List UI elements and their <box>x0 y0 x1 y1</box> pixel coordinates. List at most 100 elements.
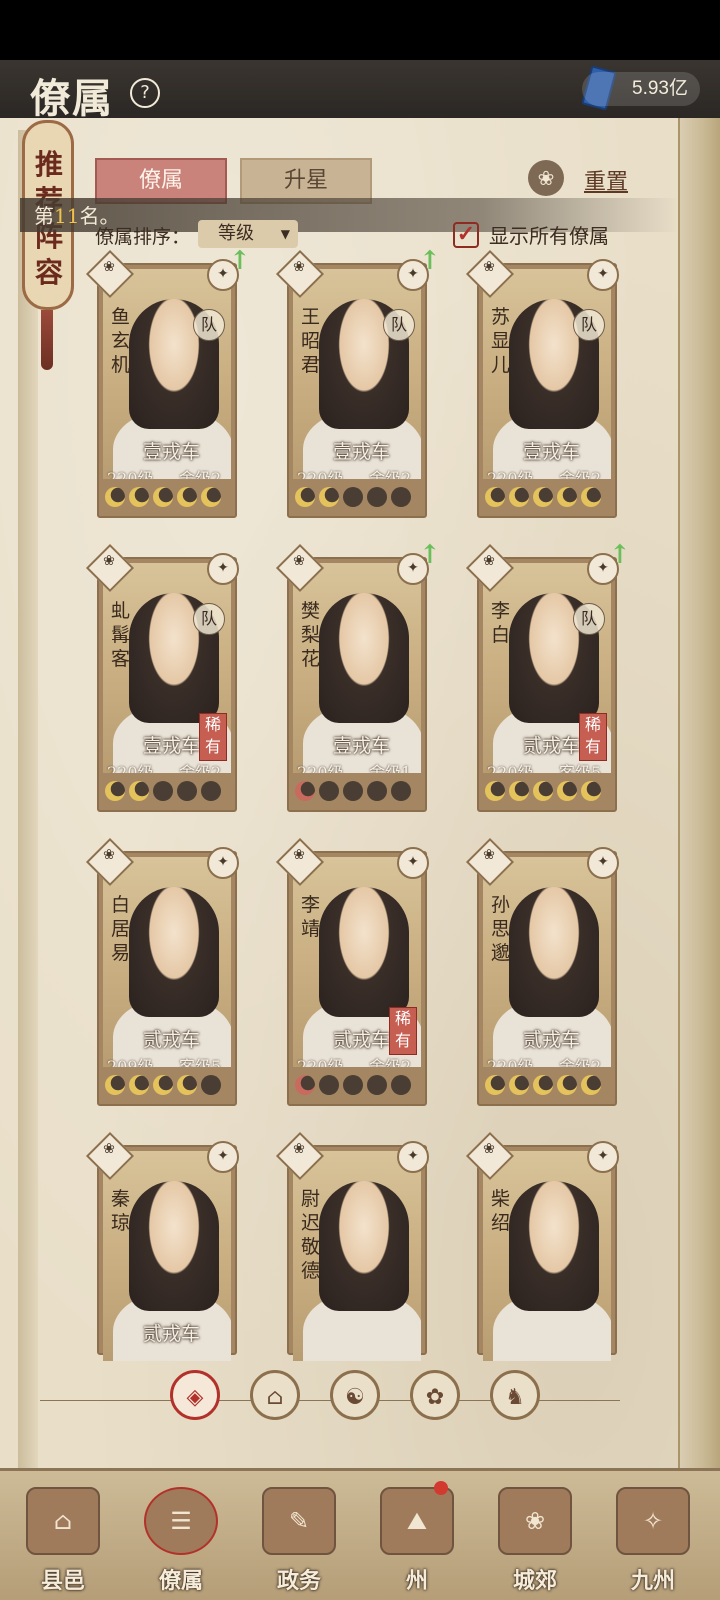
moon-icon <box>153 1075 173 1095</box>
moon-icon <box>391 1075 411 1095</box>
moon-icon <box>343 487 363 507</box>
city-icon: ⌂ <box>26 1487 100 1555</box>
retainer-card[interactable]: 李白队贰戎车稀有220级客级5阶❀✦↑ <box>465 542 631 812</box>
moon-icon <box>177 1075 197 1095</box>
moon-rating <box>295 487 421 511</box>
card-portrait-area: 李白 队贰戎车稀有 220级 客级5阶 <box>483 563 611 773</box>
nav-item-0[interactable]: ⌂ 县邑 <box>8 1481 118 1600</box>
nav-label: 九州 <box>630 1568 675 1594</box>
skill-icon: ✦ <box>587 259 619 291</box>
retainer-card[interactable]: 白居易贰戎车 209级 客级5阶 ❀ ✦ <box>85 837 239 1106</box>
show-all-label: 显示所有僚属 <box>489 224 609 248</box>
moon-icon <box>153 781 173 801</box>
skill-icon: ✦ <box>587 847 619 879</box>
retainer-level: 220级 <box>107 469 154 479</box>
retainer-card[interactable]: 王昭君队壹戎车220级舍级2阶❀✦↑ <box>275 248 441 518</box>
class-glyph-icon: ❀ <box>103 847 115 863</box>
notification-dot <box>434 1481 448 1495</box>
moon-icon <box>533 781 553 801</box>
moon-icon <box>581 487 601 507</box>
house-rank: 客级5阶 <box>179 1057 222 1067</box>
skill-icon: ✦ <box>207 553 239 585</box>
carriage-rank: 壹戎车 <box>333 735 391 757</box>
card-portrait-area: 虬髯客 队壹戎车稀有 220级 舍级2阶 <box>103 563 231 773</box>
filter-bar: ◈ ⌂ ☯ ✿ ♞ <box>170 1370 550 1430</box>
retainer-name: 柴绍 <box>491 1188 511 1234</box>
retainer-card[interactable]: 虬髯客 队壹戎车稀有 220级 舍级2阶 ❀ ✦ <box>85 543 239 812</box>
sort-dropdown[interactable]: 等级 ▼ <box>198 220 298 248</box>
retainer-level: 220级 <box>487 763 534 773</box>
nav-label: 政务 <box>276 1568 321 1594</box>
skill-icon: ✦ <box>397 1141 429 1173</box>
retainer-level: 220级 <box>487 469 534 479</box>
help-icon[interactable]: ? <box>130 78 160 108</box>
retainer-card[interactable]: 孙思邈贰戎车 220级 舍级2阶 ❀ ✦ <box>465 837 619 1106</box>
house-rank: 客级5阶 <box>559 763 602 773</box>
class-glyph-icon: ❀ <box>483 553 495 569</box>
moon-icon <box>295 487 315 507</box>
retainer-card[interactable]: 苏显儿 队壹戎车 220级 舍级2阶 ❀ ✦ <box>465 249 619 518</box>
suburb-icon: ❀ <box>498 1487 572 1555</box>
class-b-icon[interactable]: ☯ <box>330 1370 380 1420</box>
moon-rating <box>295 781 421 805</box>
portrait-image <box>129 1181 219 1311</box>
retainer-card[interactable]: 柴绍 ❀ ✦ <box>465 1131 619 1361</box>
retainer-name: 苏显儿 <box>491 306 511 376</box>
nav-item-2[interactable]: ✎ 政务 <box>244 1481 354 1600</box>
retainer-level: 220级 <box>297 1057 344 1067</box>
retainer-name: 王昭君 <box>301 306 321 376</box>
retainer-card[interactable]: 鱼玄机队壹戎车220级舍级2阶❀✦↑ <box>85 248 251 518</box>
card-portrait-area: 鱼玄机 队壹戎车 220级 舍级2阶 <box>103 269 231 479</box>
moon-rating <box>105 781 231 805</box>
skill-icon: ✦ <box>587 1141 619 1173</box>
nav-label: 城郊 <box>512 1568 557 1594</box>
affairs-icon: ✎ <box>262 1487 336 1555</box>
moon-icon <box>201 781 221 801</box>
class-c-icon[interactable]: ✿ <box>410 1370 460 1420</box>
team-badge: 队 <box>193 309 225 341</box>
class-a-icon[interactable]: ⌂ <box>250 1370 300 1420</box>
house-rank: 舍级2阶 <box>369 1057 412 1067</box>
moon-rating <box>105 1075 231 1099</box>
portrait-image <box>509 887 599 1017</box>
class-d-icon[interactable]: ♞ <box>490 1370 540 1420</box>
retainer-card[interactable]: 樊梨花壹戎车220级舍级1阶❀✦↑ <box>275 542 441 812</box>
moon-icon <box>105 781 125 801</box>
retainer-name: 鱼玄机 <box>111 306 131 376</box>
moon-icon <box>295 781 315 801</box>
card-portrait-area: 王昭君 队壹戎车 220级 舍级2阶 <box>293 269 421 479</box>
moon-rating <box>105 487 231 511</box>
reset-label: 重置 <box>584 170 629 195</box>
carriage-rank: 贰戎车 <box>523 735 581 757</box>
bottom-nav: ⌂ 县邑 ☰ 僚属 ✎ 政务 ⛰ 州 ❀ 城郊 ✧ 九州 <box>0 1468 720 1600</box>
moon-icon <box>509 1075 529 1095</box>
card-portrait-area: 柴绍 <box>483 1151 611 1361</box>
retainers-page: 僚属 ? 5.93亿 推荐阵容 僚属 升星 ❀ 重置 第11名。 僚属排序： 等… <box>0 60 720 1600</box>
moon-icon <box>201 487 221 507</box>
nav-item-3[interactable]: ⛰ 州 <box>362 1481 472 1600</box>
retainer-level: 220级 <box>107 763 154 773</box>
nav-item-1[interactable]: ☰ 僚属 <box>126 1481 236 1600</box>
carriage-rank: 贰戎车 <box>523 1029 581 1051</box>
moon-icon <box>129 487 149 507</box>
moon-icon <box>153 487 173 507</box>
nav-item-5[interactable]: ✧ 九州 <box>598 1481 708 1600</box>
retainer-level: 220级 <box>297 469 344 479</box>
moon-icon <box>295 1075 315 1095</box>
retainer-card[interactable]: 尉迟敬德 ❀ ✦ <box>275 1131 429 1361</box>
currency-amount[interactable]: 5.93亿 <box>582 72 700 106</box>
reset-button[interactable]: ❀ 重置 <box>528 158 648 200</box>
rare-badge: 稀有 <box>389 1007 417 1055</box>
moon-icon <box>105 1075 125 1095</box>
sort-label: 僚属排序： <box>95 226 191 248</box>
retainer-card[interactable]: 李靖贰戎车稀有 220级 舍级2阶 ❀ ✦ <box>275 837 429 1106</box>
retainer-card[interactable]: 秦琼 贰戎车 ❀ ✦ <box>85 1131 239 1361</box>
moon-icon <box>177 487 197 507</box>
checkbox-icon[interactable]: ✓ <box>453 222 479 248</box>
all-icon[interactable]: ◈ <box>170 1370 220 1420</box>
moon-icon <box>319 1075 339 1095</box>
retainer-name: 李靖 <box>301 894 321 940</box>
moon-icon <box>367 781 387 801</box>
house-rank: 舍级2阶 <box>179 469 222 479</box>
nav-item-4[interactable]: ❀ 城郊 <box>480 1481 590 1600</box>
